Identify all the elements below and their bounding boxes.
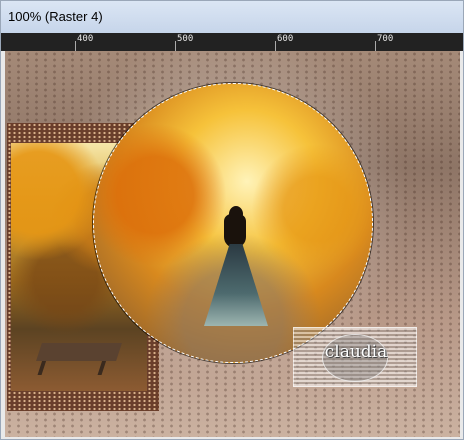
ruler-label-400: 400	[77, 34, 94, 44]
watermark: claudia	[293, 327, 417, 387]
ruler-tick	[75, 41, 76, 51]
watermark-text: claudia	[324, 342, 388, 362]
ruler-tick	[175, 41, 176, 51]
image-canvas[interactable]: claudia	[5, 51, 460, 437]
ruler-tick	[375, 41, 376, 51]
circular-selection[interactable]	[93, 83, 373, 363]
horizontal-ruler[interactable]: 400 500 600 700	[1, 33, 463, 51]
dancing-woman-figure	[204, 206, 268, 326]
window-title: 100% (Raster 4)	[8, 9, 103, 24]
window-titlebar[interactable]: 100% (Raster 4)	[1, 1, 463, 34]
ruler-label-600: 600	[277, 34, 294, 44]
ruler-label-700: 700	[377, 34, 394, 44]
image-window: 100% (Raster 4) 400 500 600 700 claudia	[0, 0, 464, 440]
ruler-label-500: 500	[177, 34, 194, 44]
figure-head	[229, 206, 243, 222]
ruler-tick	[275, 41, 276, 51]
